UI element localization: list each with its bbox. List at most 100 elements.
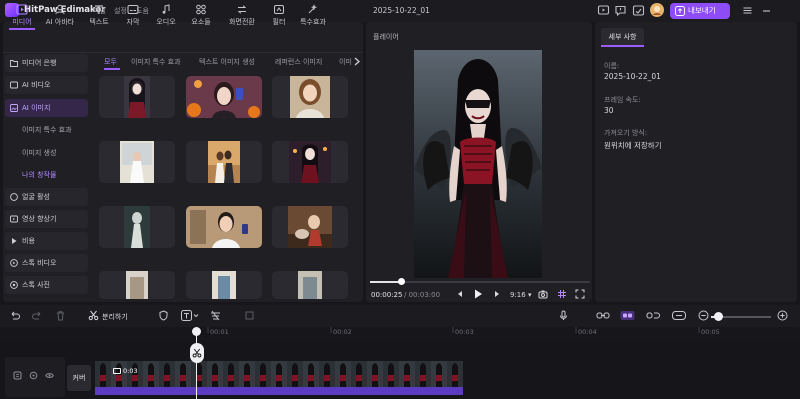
unlink-icon[interactable] xyxy=(646,310,660,321)
sidebar-item-ai-image[interactable]: AI 이미지 xyxy=(5,99,88,117)
subtab-image-effects[interactable]: 이미지 특수 효과 xyxy=(131,57,181,67)
tab-filter[interactable]: 필터 xyxy=(262,2,296,28)
media-thumbnail[interactable] xyxy=(272,206,348,248)
fullscreen-icon[interactable] xyxy=(575,289,585,299)
playhead-handle[interactable] xyxy=(192,327,201,336)
notification-icon[interactable] xyxy=(632,4,645,17)
tab-subtitle[interactable]: 자막 xyxy=(116,2,150,28)
media-thumbnail[interactable] xyxy=(186,76,262,118)
tab-ai-avatar[interactable]: AI 아바타 xyxy=(43,2,77,28)
media-thumbnail[interactable] xyxy=(272,271,348,299)
eye-icon[interactable] xyxy=(45,371,54,380)
clip-frame-corset xyxy=(404,375,410,381)
delete-icon[interactable] xyxy=(55,310,66,321)
tab-details[interactable]: 세부 사항 xyxy=(601,28,644,46)
text-icon xyxy=(95,5,103,14)
sidebar-item-label: 얼굴 활성 xyxy=(22,193,50,201)
track-toggle-icon[interactable] xyxy=(620,310,635,321)
subtab-reference-image[interactable]: 레퍼런스 이미지 xyxy=(275,57,322,67)
media-thumbnail[interactable] xyxy=(99,206,175,248)
media-thumbnail[interactable] xyxy=(272,76,348,118)
grid-icon[interactable] xyxy=(557,289,567,299)
media-thumbnail[interactable] xyxy=(186,141,262,183)
tab-elements[interactable]: 요소들 xyxy=(184,2,218,28)
media-thumbnail[interactable] xyxy=(99,141,175,183)
tutorial-icon[interactable] xyxy=(597,4,610,17)
detail-label-name: 이름: xyxy=(604,62,620,70)
microphone-icon[interactable] xyxy=(558,310,569,321)
cover-button[interactable]: 커버 xyxy=(67,365,91,391)
snapshot-icon[interactable] xyxy=(538,289,548,299)
playhead-line[interactable] xyxy=(196,327,197,399)
sidebar-item-cost[interactable]: 비용 xyxy=(5,232,88,250)
vampire-woman-image xyxy=(289,141,331,183)
zoom-in-icon[interactable] xyxy=(777,310,788,321)
sidebar-item-stock-photo[interactable]: 스톡 사진 xyxy=(5,276,88,294)
media-thumbnail[interactable] xyxy=(99,271,175,299)
feedback-icon[interactable] xyxy=(614,4,627,17)
media-thumbnail[interactable] xyxy=(186,206,262,248)
tab-media[interactable]: 미디어 xyxy=(5,2,39,30)
clip-frame-corset xyxy=(420,375,426,381)
scissors-icon xyxy=(192,348,202,358)
avatar[interactable] xyxy=(650,3,664,17)
shield-icon[interactable] xyxy=(158,310,169,321)
mute-icon[interactable] xyxy=(29,371,38,380)
previous-frame-icon[interactable] xyxy=(455,289,465,299)
link-icon[interactable] xyxy=(596,310,610,321)
subtab-all[interactable]: 모두 xyxy=(104,57,117,67)
sidebar-item-ai-video[interactable]: AI 비디오 xyxy=(5,76,88,94)
details-panel xyxy=(595,22,797,302)
tab-effects[interactable]: 특수효과 xyxy=(294,2,332,28)
tab-audio[interactable]: 오디오 xyxy=(149,2,183,28)
aspect-ratio-select[interactable]: 9:16 ▾ xyxy=(510,291,531,299)
sidebar-sub-image-effects[interactable]: 이미지 특수 효과 xyxy=(22,125,72,135)
audio-icon xyxy=(162,4,170,14)
tab-text[interactable]: 텍스트 xyxy=(82,2,116,28)
scissors-icon[interactable] xyxy=(88,310,99,321)
track-visibility-icon[interactable] xyxy=(13,371,22,380)
folder-icon xyxy=(10,60,18,67)
filter-icon xyxy=(274,5,284,14)
export-button[interactable]: 내보내기 xyxy=(670,3,730,19)
aspect-ratio-value: 9:16 xyxy=(510,291,526,299)
partial-image xyxy=(126,271,148,299)
total-time-value: 00:03:00 xyxy=(408,291,441,299)
clip-frame-corset xyxy=(388,375,394,381)
playhead-split-handle[interactable] xyxy=(190,343,204,363)
maximize-icon[interactable] xyxy=(762,4,775,17)
sidebar-item-stock-video[interactable]: 스톡 비디오 xyxy=(5,254,88,272)
text-dropdown-icon[interactable] xyxy=(181,310,199,321)
media-thumbnail[interactable] xyxy=(186,271,262,299)
split-label[interactable]: 분리하기 xyxy=(102,312,128,322)
play-button-icon[interactable] xyxy=(472,288,484,300)
media-thumbnail[interactable] xyxy=(272,141,348,183)
subtab-more[interactable]: 이미 xyxy=(339,57,352,67)
undo-icon[interactable] xyxy=(9,310,20,321)
crop-icon[interactable] xyxy=(244,310,255,321)
subtab-text-to-image[interactable]: 텍스트 이미지 생성 xyxy=(199,57,255,67)
clip-duration: 0:03 xyxy=(113,367,138,375)
play-icon xyxy=(12,238,17,244)
fit-timeline-icon[interactable] xyxy=(672,310,686,321)
sidebar-sub-image-generate[interactable]: 이미지 생성 xyxy=(22,148,56,158)
sidebar-sub-my-creations[interactable]: 나의 창작물 xyxy=(22,170,56,180)
sidebar-item-face[interactable]: 얼굴 활성 xyxy=(5,188,88,206)
subtab-underline xyxy=(104,68,120,70)
next-frame-icon[interactable] xyxy=(492,289,502,299)
media-thumbnail[interactable] xyxy=(99,76,175,118)
tab-transition[interactable]: 화면전환 xyxy=(222,2,262,28)
video-preview[interactable] xyxy=(414,50,542,278)
remove-silence-icon[interactable] xyxy=(210,310,221,321)
sidebar-item-enhancer[interactable]: 영상 향상기 xyxy=(5,210,88,228)
gothic-vampire-image xyxy=(414,50,542,278)
zoom-out-icon[interactable] xyxy=(698,310,709,321)
wedding-image xyxy=(120,141,154,183)
chevron-right-icon[interactable] xyxy=(354,57,360,66)
progress-handle[interactable] xyxy=(397,278,405,285)
menu-icon[interactable] xyxy=(741,4,754,17)
redo-icon[interactable] xyxy=(32,310,43,321)
clip-frame-corset xyxy=(324,375,330,381)
clip-frame-corset xyxy=(276,375,282,381)
sidebar-item-media-bank[interactable]: 미디어 은행 xyxy=(5,54,88,72)
